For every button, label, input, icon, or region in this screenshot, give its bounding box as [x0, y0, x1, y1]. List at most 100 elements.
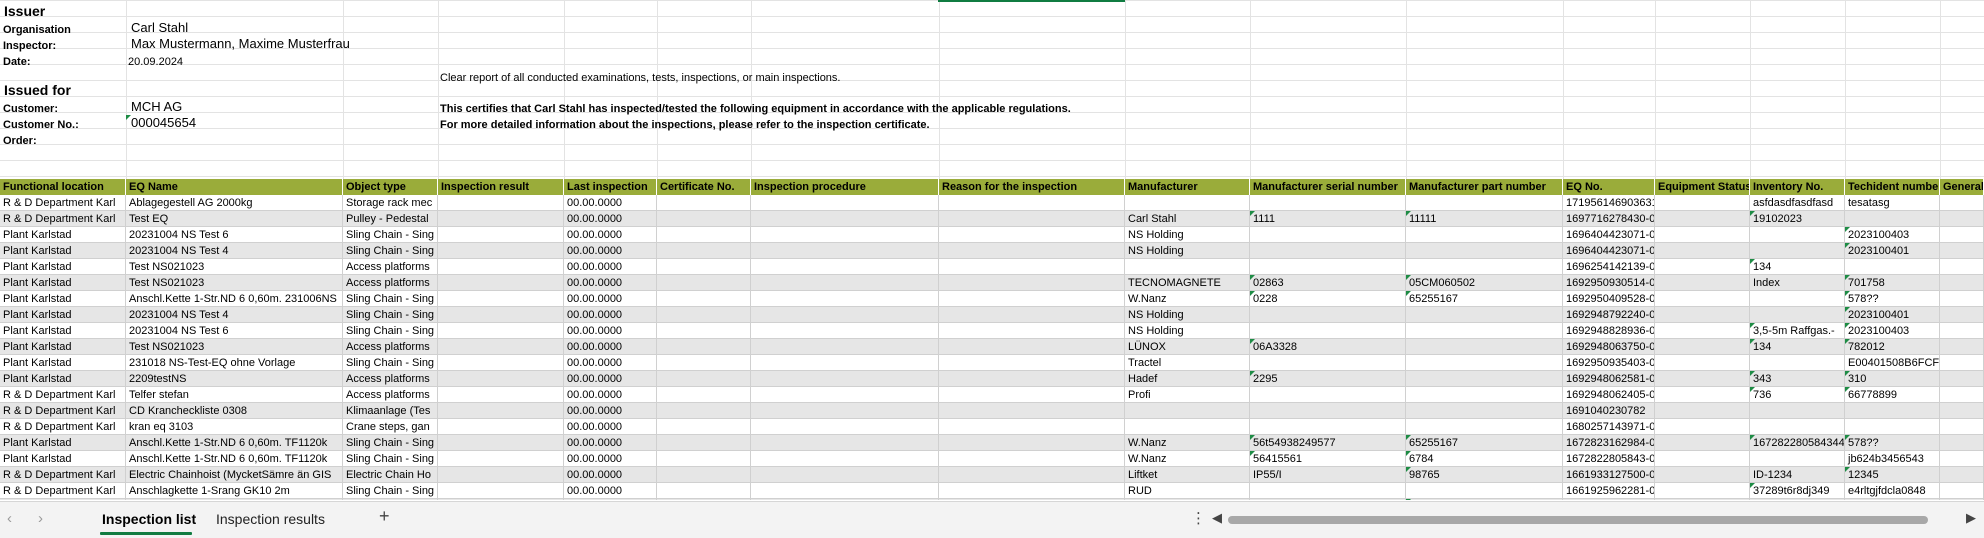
table-cell[interactable] [751, 307, 939, 323]
table-cell[interactable] [1250, 419, 1406, 435]
table-cell[interactable] [657, 467, 751, 483]
table-cell[interactable]: 98765 [1406, 499, 1563, 500]
table-cell[interactable] [939, 483, 1125, 499]
chevron-right-icon[interactable]: › [38, 510, 43, 527]
table-cell[interactable] [1845, 419, 1940, 435]
table-cell[interactable] [751, 259, 939, 275]
table-cell[interactable]: 02863 [1250, 275, 1406, 291]
table-cell[interactable] [1406, 483, 1563, 499]
table-cell[interactable] [751, 387, 939, 403]
table-cell[interactable]: 00.00.0000 [564, 243, 657, 259]
chevron-left-icon[interactable]: ‹ [7, 510, 12, 527]
table-cell[interactable] [1940, 339, 1984, 355]
table-cell[interactable] [939, 403, 1125, 419]
table-cell[interactable]: Plant Karlstad [0, 323, 126, 339]
table-cell[interactable] [1750, 355, 1845, 371]
table-cell[interactable]: 578?? [1845, 435, 1940, 451]
table-cell[interactable] [657, 275, 751, 291]
table-cell[interactable]: 6784 [1406, 451, 1563, 467]
table-cell[interactable] [1655, 387, 1750, 403]
table-cell[interactable] [1250, 403, 1406, 419]
table-cell[interactable] [751, 243, 939, 259]
column-header[interactable]: Techident number [1845, 179, 1940, 195]
column-header[interactable]: Equipment Status [1655, 179, 1750, 195]
table-cell[interactable] [1655, 291, 1750, 307]
table-cell[interactable] [1655, 451, 1750, 467]
table-cell[interactable] [1655, 499, 1750, 500]
table-cell[interactable]: Sling Chain - Sing [343, 435, 438, 451]
table-cell[interactable]: 56t54938249577 [1250, 435, 1406, 451]
table-cell[interactable] [1940, 483, 1984, 499]
table-cell[interactable]: 11111 [1406, 211, 1563, 227]
table-cell[interactable]: 343 [1750, 371, 1845, 387]
table-cell[interactable] [438, 195, 564, 211]
table-cell[interactable]: 2295 [1250, 371, 1406, 387]
table-cell[interactable]: Crane steps, gan [343, 419, 438, 435]
table-cell[interactable]: 05CM060502 [1406, 275, 1563, 291]
table-cell[interactable]: Liftket [1125, 499, 1250, 500]
table-cell[interactable]: 1661933127500-00 [1563, 467, 1655, 483]
column-header[interactable]: Last inspection [564, 179, 657, 195]
table-cell[interactable]: NS Holding [1125, 307, 1250, 323]
table-cell[interactable]: E00401508B6FCFE [1845, 355, 1940, 371]
table-cell[interactable] [939, 227, 1125, 243]
column-header[interactable]: Inspection result [438, 179, 564, 195]
table-cell[interactable] [751, 227, 939, 243]
table-cell[interactable] [438, 499, 564, 500]
table-cell[interactable]: 1661925962281-00 [1563, 499, 1655, 500]
table-cell[interactable]: 00.00.0000 [564, 483, 657, 499]
table-cell[interactable] [438, 227, 564, 243]
table-cell[interactable] [657, 195, 751, 211]
table-cell[interactable]: Sling Chain - Sing [343, 291, 438, 307]
column-header[interactable]: EQ Name [126, 179, 343, 195]
table-cell[interactable] [657, 387, 751, 403]
scroll-right-icon[interactable]: ▶ [1966, 510, 1976, 526]
table-cell[interactable] [1940, 291, 1984, 307]
table-cell[interactable]: 00.00.0000 [564, 211, 657, 227]
column-header[interactable]: Object type [343, 179, 438, 195]
table-cell[interactable] [751, 195, 939, 211]
table-cell[interactable]: Plant Karlstad [0, 435, 126, 451]
table-cell[interactable]: NS Holding [1125, 227, 1250, 243]
table-cell[interactable] [1406, 339, 1563, 355]
table-cell[interactable]: Hadef [1125, 371, 1250, 387]
table-cell[interactable] [1655, 467, 1750, 483]
table-cell[interactable] [1940, 211, 1984, 227]
table-cell[interactable]: Anschlagkette 1-Srang GK10 2m [126, 483, 343, 499]
table-cell[interactable] [1406, 307, 1563, 323]
table-cell[interactable] [657, 483, 751, 499]
table-cell[interactable] [1940, 403, 1984, 419]
table-cell[interactable] [1250, 195, 1406, 211]
table-cell[interactable]: 1692950409528-00 [1563, 291, 1655, 307]
table-cell[interactable] [1940, 307, 1984, 323]
table-cell[interactable] [1655, 275, 1750, 291]
table-cell[interactable] [1655, 435, 1750, 451]
table-cell[interactable] [939, 419, 1125, 435]
table-cell[interactable] [1655, 339, 1750, 355]
table-cell[interactable]: R & D Department Karl [0, 467, 126, 483]
table-cell[interactable] [1940, 419, 1984, 435]
table-cell[interactable] [1406, 323, 1563, 339]
table-cell[interactable] [939, 259, 1125, 275]
table-cell[interactable]: Plant Karlstad [0, 339, 126, 355]
table-cell[interactable] [1250, 387, 1406, 403]
table-cell[interactable]: 1692948828936-00 [1563, 323, 1655, 339]
table-cell[interactable]: 06A3328 [1250, 339, 1406, 355]
table-cell[interactable] [939, 291, 1125, 307]
table-cell[interactable]: Tractel [1125, 355, 1250, 371]
table-cell[interactable]: 00.00.0000 [564, 403, 657, 419]
table-cell[interactable] [939, 307, 1125, 323]
table-cell[interactable] [939, 499, 1125, 500]
table-cell[interactable] [939, 195, 1125, 211]
table-cell[interactable] [1250, 355, 1406, 371]
table-cell[interactable]: 98765 [1406, 467, 1563, 483]
column-header[interactable]: EQ No. [1563, 179, 1655, 195]
table-cell[interactable]: Liftket E Chainhoist (Verw.) [126, 499, 343, 500]
table-cell[interactable] [438, 467, 564, 483]
certification-note[interactable]: This certifies that Carl Stahl has inspe… [440, 101, 1071, 117]
table-cell[interactable]: W.Nanz [1125, 435, 1250, 451]
table-cell[interactable] [939, 323, 1125, 339]
table-cell[interactable] [1750, 499, 1845, 500]
table-cell[interactable]: Test EQ [126, 211, 343, 227]
table-cell[interactable] [1406, 355, 1563, 371]
